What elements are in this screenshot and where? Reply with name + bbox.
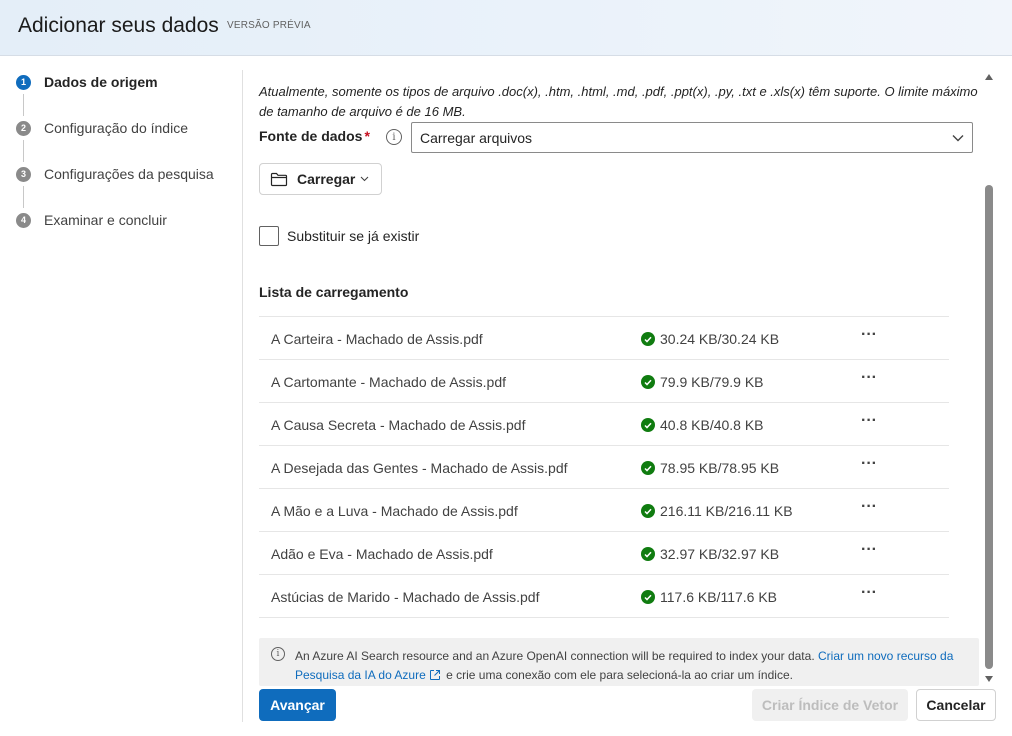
list-item: A Carteira - Machado de Assis.pdf 30.24 … bbox=[259, 317, 949, 360]
step-label: Configurações da pesquisa bbox=[44, 166, 214, 182]
file-name: Astúcias de Marido - Machado de Assis.pd… bbox=[271, 589, 540, 605]
upload-list-title: Lista de carregamento bbox=[259, 284, 409, 300]
file-name: A Cartomante - Machado de Assis.pdf bbox=[271, 374, 507, 390]
upload-status: 79.9 KB/79.9 KB bbox=[641, 374, 764, 390]
next-button[interactable]: Avançar bbox=[259, 689, 336, 721]
file-size: 79.9 KB/79.9 KB bbox=[660, 374, 764, 390]
data-source-label-text: Fonte de dados bbox=[259, 128, 363, 144]
step-label: Examinar e concluir bbox=[44, 212, 167, 228]
vertical-scrollbar[interactable] bbox=[982, 70, 996, 690]
scroll-down-arrow-icon[interactable] bbox=[985, 676, 993, 682]
data-source-dropdown[interactable]: Carregar arquivos bbox=[411, 122, 973, 153]
file-size: 30.24 KB/30.24 KB bbox=[660, 331, 780, 347]
upload-status: 216.11 KB/216.11 KB bbox=[641, 503, 793, 519]
more-options-icon[interactable]: ··· bbox=[861, 412, 881, 430]
notice-text-main: An Azure AI Search resource and an Azure… bbox=[295, 649, 815, 663]
overwrite-checkbox-label: Substituir se já existir bbox=[287, 228, 420, 244]
upload-list: A Carteira - Machado de Assis.pdf 30.24 … bbox=[259, 316, 949, 618]
step-configuracao-indice[interactable]: 2 Configuração do índice bbox=[16, 116, 188, 140]
data-source-selected-value: Carregar arquivos bbox=[420, 129, 533, 146]
file-size: 32.97 KB/32.97 KB bbox=[660, 546, 780, 562]
external-link-icon bbox=[429, 670, 440, 680]
step-label: Dados de origem bbox=[44, 74, 158, 90]
folder-icon bbox=[270, 172, 288, 186]
chevron-down-icon bbox=[360, 176, 369, 182]
success-check-icon bbox=[641, 547, 655, 561]
panel-divider bbox=[242, 70, 243, 722]
step-number: 1 bbox=[16, 74, 31, 90]
notice-text: An Azure AI Search resource and an Azure… bbox=[295, 647, 971, 685]
list-item: Adão e Eva - Machado de Assis.pdf 32.97 … bbox=[259, 532, 949, 575]
overwrite-checkbox-row[interactable]: Substituir se já existir bbox=[259, 226, 419, 246]
data-source-label: Fonte de dados * bbox=[259, 128, 370, 144]
scroll-thumb[interactable] bbox=[985, 185, 993, 669]
list-item: A Desejada das Gentes - Machado de Assis… bbox=[259, 446, 949, 489]
more-options-icon[interactable]: ··· bbox=[861, 498, 881, 516]
azure-requirement-notice: i An Azure AI Search resource and an Azu… bbox=[259, 638, 979, 686]
file-size: 78.95 KB/78.95 KB bbox=[660, 460, 780, 476]
success-check-icon bbox=[641, 418, 655, 432]
step-label: Configuração do índice bbox=[44, 120, 188, 136]
info-icon: i bbox=[271, 647, 285, 661]
list-item: A Mão e a Luva - Machado de Assis.pdf 21… bbox=[259, 489, 949, 532]
file-name: Adão e Eva - Machado de Assis.pdf bbox=[271, 546, 493, 562]
upload-status: 32.97 KB/32.97 KB bbox=[641, 546, 779, 562]
upload-status: 30.24 KB/30.24 KB bbox=[641, 331, 779, 347]
scroll-up-arrow-icon[interactable] bbox=[985, 74, 993, 80]
step-examinar-concluir[interactable]: 4 Examinar e concluir bbox=[16, 208, 167, 232]
dialog-header: Adicionar seus dados VERSÃO PRÉVIA bbox=[0, 0, 1012, 56]
list-item: A Cartomante - Machado de Assis.pdf 79.9… bbox=[259, 360, 949, 403]
step-connector bbox=[23, 94, 24, 116]
info-icon[interactable]: i bbox=[386, 129, 402, 145]
step-connector bbox=[23, 140, 24, 162]
upload-status: 78.95 KB/78.95 KB bbox=[641, 460, 779, 476]
supported-file-types-info: Atualmente, somente os tipos de arquivo … bbox=[259, 84, 978, 119]
step-connector bbox=[23, 186, 24, 208]
step-number: 2 bbox=[16, 120, 31, 136]
wizard-steps bbox=[0, 56, 242, 720]
more-options-icon[interactable]: ··· bbox=[861, 326, 881, 344]
dialog-title: Adicionar seus dados bbox=[18, 14, 219, 37]
file-size: 40.8 KB/40.8 KB bbox=[660, 417, 764, 433]
list-item: A Causa Secreta - Machado de Assis.pdf 4… bbox=[259, 403, 949, 446]
success-check-icon bbox=[641, 590, 655, 604]
more-options-icon[interactable]: ··· bbox=[861, 369, 881, 387]
success-check-icon bbox=[641, 375, 655, 389]
step-configuracoes-pesquisa[interactable]: 3 Configurações da pesquisa bbox=[16, 162, 214, 186]
more-options-icon[interactable]: ··· bbox=[861, 584, 881, 602]
create-vector-index-button[interactable]: Criar Índice de Vetor bbox=[752, 689, 908, 721]
upload-status: 40.8 KB/40.8 KB bbox=[641, 417, 764, 433]
success-check-icon bbox=[641, 504, 655, 518]
file-name: A Causa Secreta - Machado de Assis.pdf bbox=[271, 417, 526, 433]
file-name: A Desejada das Gentes - Machado de Assis… bbox=[271, 460, 568, 476]
success-check-icon bbox=[641, 332, 655, 346]
preview-badge: VERSÃO PRÉVIA bbox=[227, 20, 311, 31]
step-number: 3 bbox=[16, 166, 31, 182]
chevron-down-icon bbox=[952, 134, 964, 141]
file-name: A Mão e a Luva - Machado de Assis.pdf bbox=[271, 503, 518, 519]
file-size: 216.11 KB/216.11 KB bbox=[660, 503, 793, 519]
required-mark: * bbox=[364, 128, 370, 144]
cancel-button[interactable]: Cancelar bbox=[916, 689, 996, 721]
upload-button-label: Carregar bbox=[297, 171, 356, 187]
success-check-icon bbox=[641, 461, 655, 475]
notice-text-after: e crie uma conexão com ele para selecion… bbox=[446, 668, 793, 682]
more-options-icon[interactable]: ··· bbox=[861, 541, 881, 559]
upload-status: 117.6 KB/117.6 KB bbox=[641, 589, 777, 605]
file-size: 117.6 KB/117.6 KB bbox=[660, 589, 778, 605]
more-options-icon[interactable]: ··· bbox=[861, 455, 881, 473]
step-number: 4 bbox=[16, 212, 31, 228]
file-name: A Carteira - Machado de Assis.pdf bbox=[271, 331, 483, 347]
list-item: Astúcias de Marido - Machado de Assis.pd… bbox=[259, 575, 949, 618]
overwrite-checkbox[interactable] bbox=[259, 226, 279, 246]
step-dados-de-origem[interactable]: 1 Dados de origem bbox=[16, 70, 158, 94]
upload-button[interactable]: Carregar bbox=[259, 163, 382, 195]
